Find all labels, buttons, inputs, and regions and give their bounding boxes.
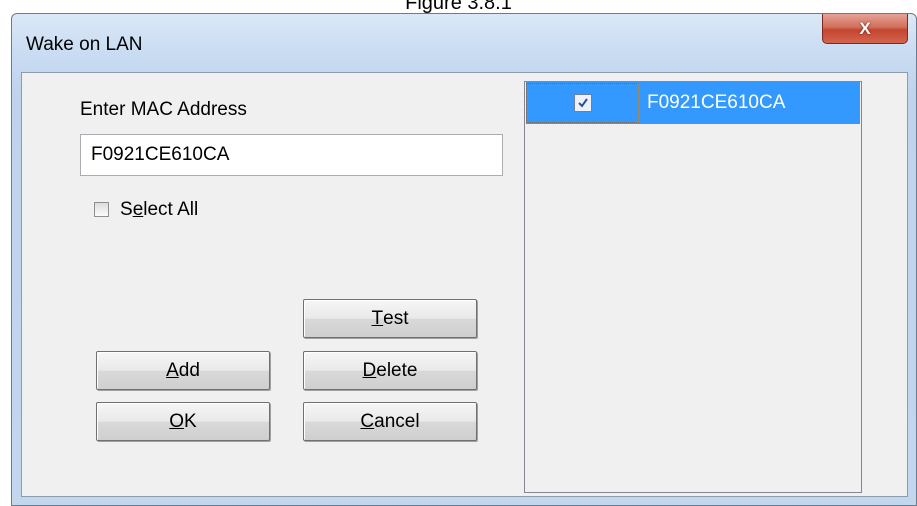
test-button[interactable]: Test <box>303 299 477 338</box>
list-item-checkbox[interactable] <box>573 94 592 112</box>
select-all-checkbox[interactable] <box>94 202 109 217</box>
select-all-label: Select All <box>120 199 199 220</box>
ok-button[interactable]: OK <box>96 402 270 441</box>
select-all-checkbox-group[interactable]: Select All <box>94 199 234 221</box>
list-item-check-cell[interactable] <box>526 83 639 123</box>
mac-address-input[interactable] <box>80 134 503 176</box>
add-button[interactable]: Add <box>96 351 270 390</box>
close-icon: X <box>859 18 871 38</box>
mac-address-list[interactable]: F0921CE610CA <box>524 81 862 493</box>
list-item-mac: F0921CE610CA <box>647 92 786 113</box>
checkmark-icon <box>577 98 588 108</box>
dialog-client-area: Enter MAC Address Select All Test Add De… <box>21 72 908 497</box>
cancel-button[interactable]: Cancel <box>303 402 477 441</box>
mac-address-label: Enter MAC Address <box>80 99 247 120</box>
title-bar[interactable]: Wake on LAN X <box>12 14 916 72</box>
delete-button[interactable]: Delete <box>303 351 477 390</box>
wake-on-lan-dialog: Wake on LAN X Enter MAC Address Select A… <box>11 13 917 506</box>
window-title: Wake on LAN <box>26 34 143 55</box>
list-item[interactable]: F0921CE610CA <box>526 82 860 124</box>
close-button[interactable]: X <box>822 14 908 44</box>
